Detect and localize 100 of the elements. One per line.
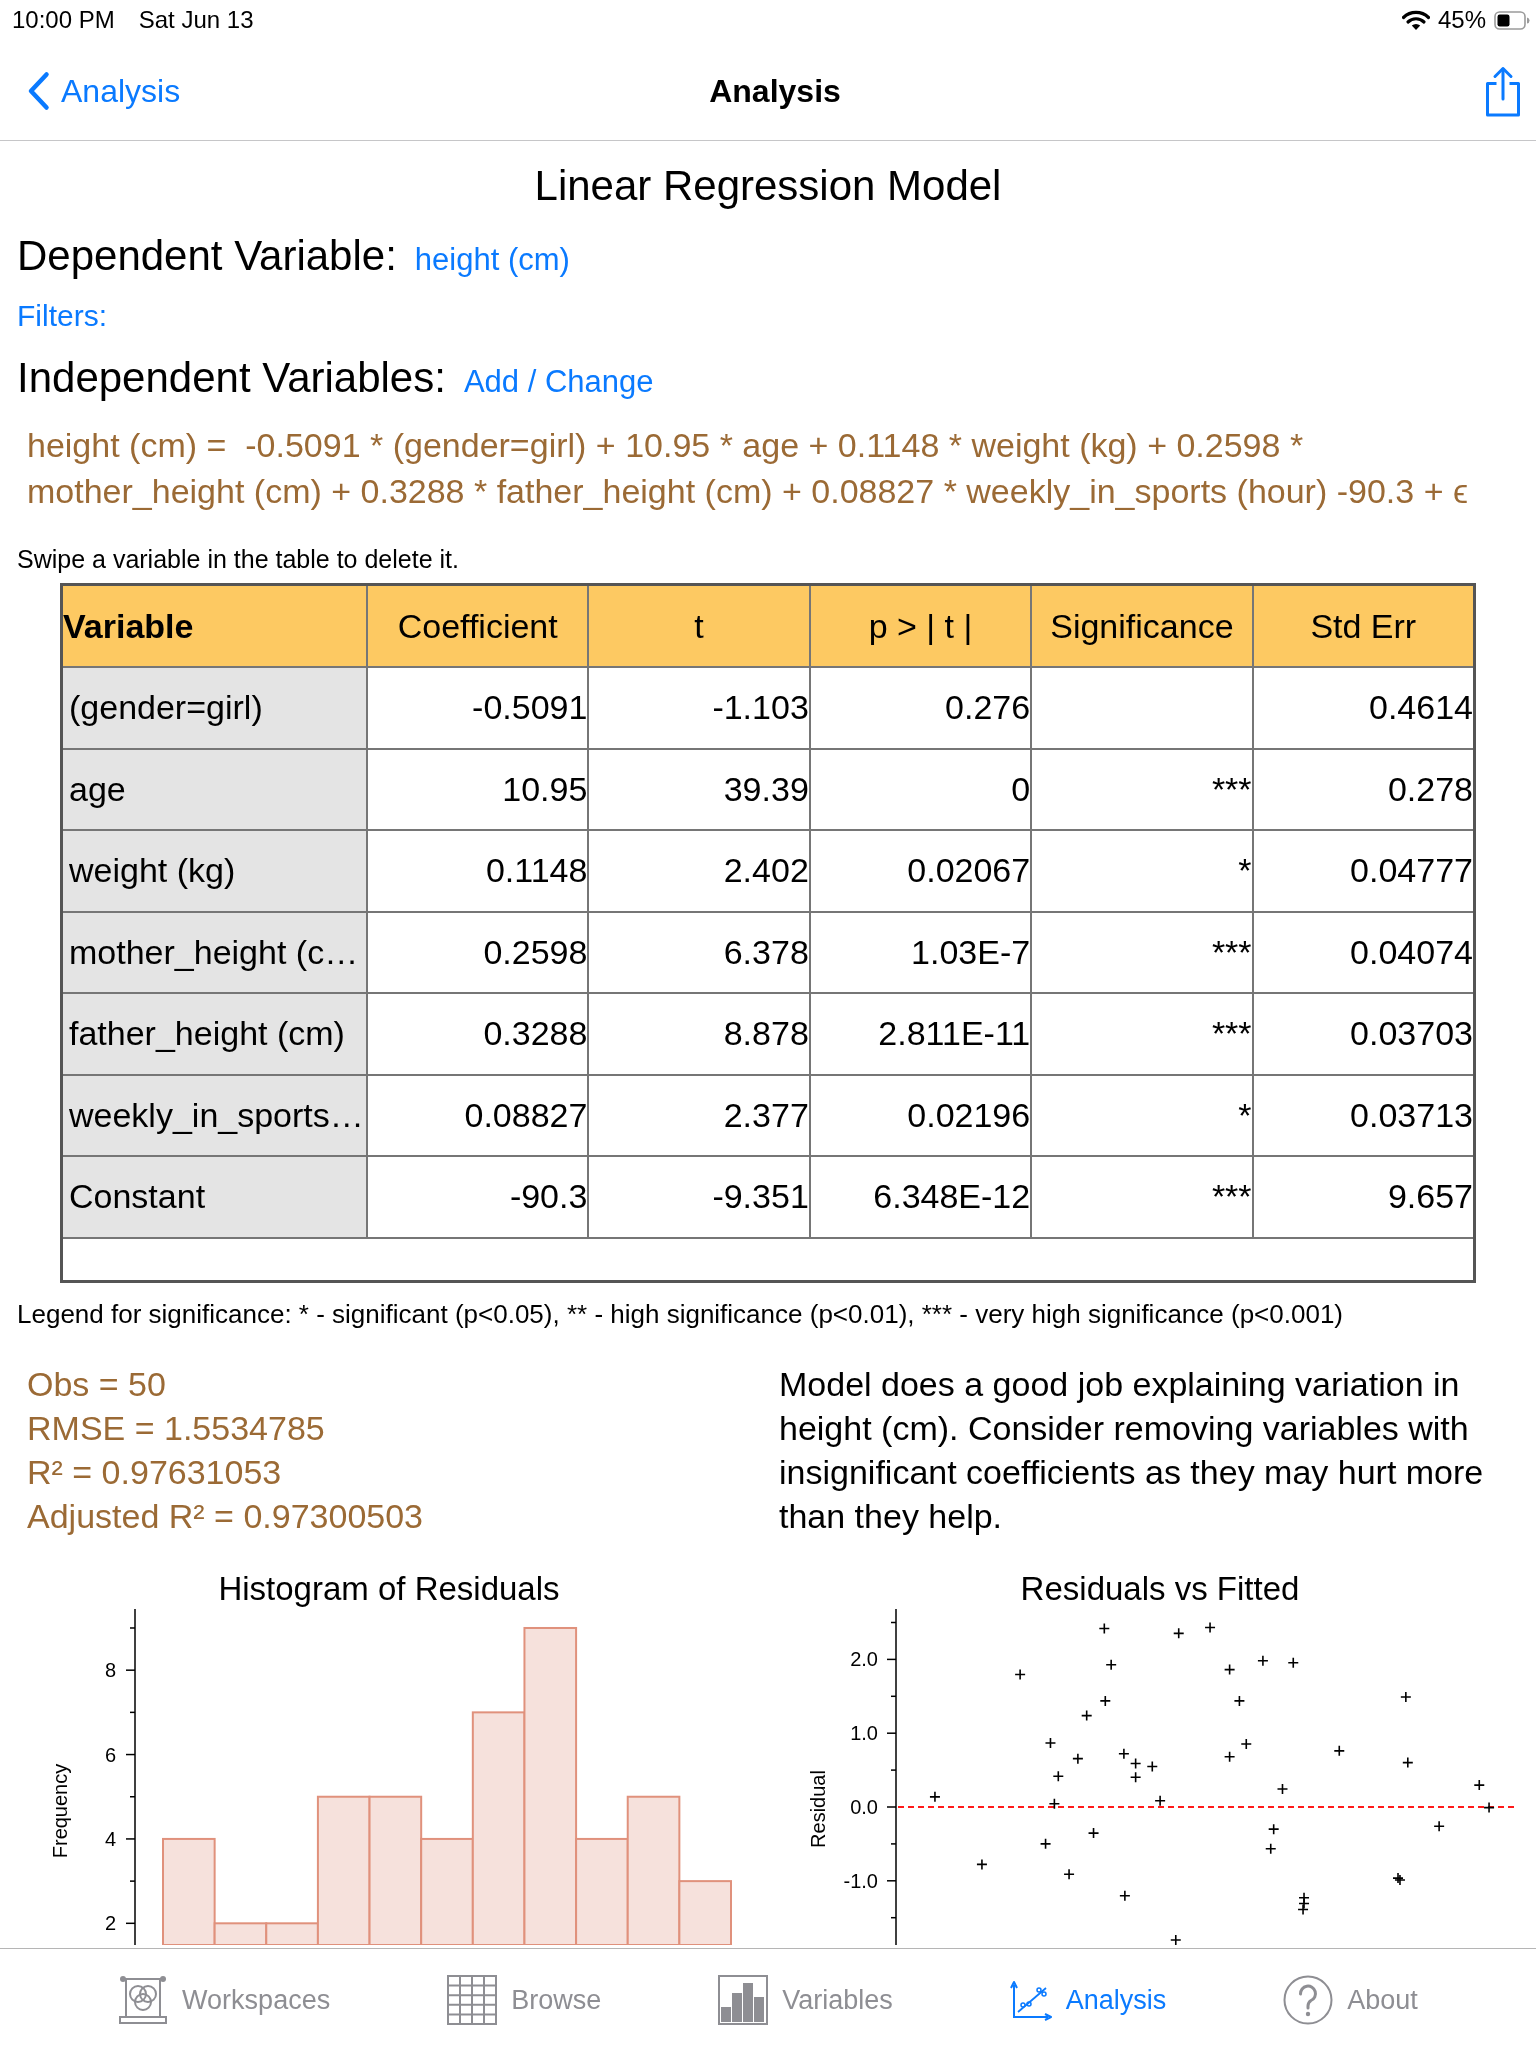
tab-bar-item[interactable]: Analysis bbox=[1009, 1975, 1167, 2025]
table-cell: 0.1148 bbox=[368, 831, 588, 911]
table-cell: 0.03703 bbox=[1253, 994, 1473, 1074]
column-header: Coefficient bbox=[368, 586, 588, 666]
table-cell: 9.657 bbox=[1253, 1157, 1473, 1237]
statistic-line: Adjusted R² = 0.97300503 bbox=[27, 1495, 423, 1537]
venn-diagram-icon bbox=[118, 1975, 169, 2025]
tab-bar-item[interactable]: About bbox=[1283, 1975, 1418, 2025]
scatter-point bbox=[1099, 1694, 1112, 1707]
scatter-point bbox=[1080, 1709, 1093, 1721]
model-assessment: Model does a good job explaining variation in height (cm). Consider removing variables with insignificant coefficients as they may hurt more than they help. bbox=[779, 1363, 1485, 1537]
column-header: Std Err bbox=[1253, 586, 1473, 666]
add-change-link[interactable]: Add / Change bbox=[463, 364, 654, 400]
tab-bar-item[interactable]: Variables bbox=[718, 1975, 893, 2025]
scatter-point bbox=[929, 1790, 941, 1803]
scatter-point bbox=[1154, 1794, 1166, 1807]
y-tick-label: 2.0 bbox=[850, 1647, 878, 1670]
battery-icon bbox=[1494, 10, 1530, 30]
table-cell: -0.5091 bbox=[368, 668, 588, 748]
y-tick-label: 2 bbox=[104, 1911, 116, 1934]
table-cell: 0.02067 bbox=[810, 831, 1031, 911]
scatter-point bbox=[1170, 1933, 1182, 1945]
scatter-point bbox=[1118, 1747, 1130, 1760]
column-header: t bbox=[589, 586, 809, 666]
y-tick-label: 6 bbox=[104, 1743, 116, 1766]
swipe-hint: Swipe a variable in the table to delete it. bbox=[17, 545, 459, 573]
scatter-point bbox=[1119, 1889, 1131, 1902]
scatter-point bbox=[1063, 1867, 1075, 1880]
table-cell: * bbox=[1032, 831, 1252, 911]
table-cell: 0.3288 bbox=[368, 994, 588, 1074]
column-header: Variable bbox=[63, 586, 366, 666]
y-tick-label: 8 bbox=[104, 1658, 116, 1681]
chart-title: Histogram of Residuals bbox=[218, 1570, 560, 1607]
scatter-point bbox=[1233, 1694, 1246, 1707]
scatter-point bbox=[1098, 1622, 1111, 1634]
table-cell: 8.878 bbox=[589, 994, 809, 1074]
column-header: Significance bbox=[1032, 586, 1252, 666]
share-button[interactable] bbox=[1483, 65, 1523, 117]
scatter-point bbox=[1223, 1750, 1236, 1762]
table-cell: 1.03E-7 bbox=[810, 912, 1031, 992]
battery-percentage: 45% bbox=[1437, 6, 1486, 34]
tab-bar-item[interactable]: Workspaces bbox=[118, 1975, 331, 2025]
share-icon bbox=[1483, 65, 1523, 117]
scatter-point bbox=[1267, 1822, 1280, 1835]
table-cell: *** bbox=[1032, 749, 1252, 829]
chevron-icon bbox=[27, 71, 50, 111]
table-cell: 0.04074 bbox=[1253, 912, 1473, 992]
table-cell: 6.378 bbox=[589, 912, 809, 992]
table-cell: mother_height (c… bbox=[63, 912, 366, 992]
column-header: p > | t | bbox=[810, 586, 1031, 666]
scatter-point bbox=[1483, 1801, 1495, 1813]
scatter-point bbox=[1433, 1819, 1445, 1832]
table-cell: *** bbox=[1032, 912, 1252, 992]
scatter-point bbox=[1333, 1744, 1346, 1757]
regression-equation: height (cm) = -0.5091 * (gender=girl) + 10.95 * age + 0.1148 * weight (kg) + 0.2598 * mother_height (cm) + 0.3288 * father_height (cm) + 0.08827 * weekly_in_sports (hour) -90.3 + ϵ bbox=[27, 425, 1469, 512]
filters-link[interactable]: Filters: bbox=[17, 299, 107, 333]
table-cell: father_height (cm) bbox=[63, 994, 366, 1074]
y-tick-label: 0.0 bbox=[850, 1795, 878, 1818]
y-tick-label: 4 bbox=[104, 1827, 116, 1850]
table-cell: 10.95 bbox=[368, 749, 588, 829]
table-cell: 0.08827 bbox=[368, 1075, 588, 1155]
table-cell: 0.278 bbox=[1253, 749, 1473, 829]
scatter-point bbox=[1264, 1842, 1277, 1855]
table-cell: 2.377 bbox=[589, 1075, 809, 1155]
chart-title: Residuals vs Fitted bbox=[1020, 1570, 1300, 1607]
table-cell: * bbox=[1032, 1075, 1252, 1155]
scatter-point bbox=[1400, 1690, 1412, 1703]
scatter-point bbox=[1402, 1756, 1414, 1768]
tab-bar-item[interactable]: Browse bbox=[447, 1975, 602, 2025]
scatter-point bbox=[1223, 1663, 1236, 1675]
independent-variables-label: Independent Variables: bbox=[17, 354, 446, 402]
page-title: Linear Regression Model bbox=[534, 162, 1002, 210]
scatter-point bbox=[1204, 1621, 1216, 1633]
table-cell: 2.811E-11 bbox=[810, 994, 1031, 1074]
statistic-line: Obs = 50 bbox=[27, 1363, 166, 1405]
bar-chart-icon bbox=[718, 1975, 769, 2025]
scatter-point bbox=[1048, 1797, 1061, 1809]
table-cell: age bbox=[63, 749, 366, 829]
scatter-point bbox=[1039, 1837, 1052, 1850]
table-cell: weekly_in_sports… bbox=[63, 1075, 366, 1155]
table-cell: 0.02196 bbox=[810, 1075, 1031, 1155]
back-button[interactable]: Analysis bbox=[27, 71, 181, 111]
status-date: Sat Jun 13 bbox=[138, 6, 254, 34]
scatter-point bbox=[1146, 1760, 1159, 1772]
scatter-point bbox=[1298, 1897, 1310, 1909]
grid-icon bbox=[447, 1975, 498, 2025]
dependent-variable-link[interactable]: height (cm) bbox=[414, 242, 570, 278]
table-cell: 0.4614 bbox=[1253, 668, 1473, 748]
scatter-point bbox=[1240, 1737, 1253, 1750]
table-cell: 39.39 bbox=[589, 749, 809, 829]
statistic-line: RMSE = 1.5534785 bbox=[27, 1407, 325, 1449]
nav-title: Analysis bbox=[709, 72, 841, 111]
dependent-variable-label: Dependent Variable: bbox=[17, 232, 397, 280]
scatter-point bbox=[1473, 1778, 1486, 1791]
scatter-point bbox=[1287, 1656, 1300, 1669]
scatter-point bbox=[1014, 1668, 1026, 1680]
table-cell: *** bbox=[1032, 994, 1252, 1074]
table-cell: 6.348E-12 bbox=[810, 1157, 1031, 1237]
wifi-icon bbox=[1401, 9, 1430, 31]
significance-legend: Legend for significance: * - significant (p<0.05), ** - high significance (p<0.01), *** - very high significance (p<0.001) bbox=[17, 1299, 1343, 1328]
